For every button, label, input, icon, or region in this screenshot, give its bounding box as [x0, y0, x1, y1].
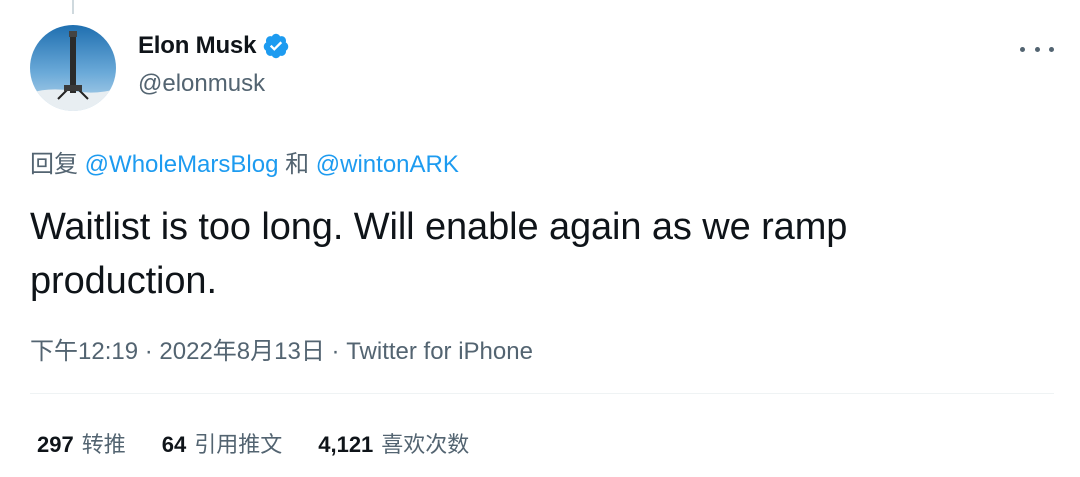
quotes-label: 引用推文	[194, 432, 283, 457]
more-dot	[1020, 46, 1025, 52]
more-dot	[1049, 46, 1054, 52]
reply-mention-wholemarsblog[interactable]: @WholeMarsBlog	[85, 151, 279, 178]
quotes-count: 64	[161, 432, 187, 457]
thread-connector-line	[72, 0, 74, 14]
author-handle[interactable]: @elonmusk	[138, 70, 265, 98]
more-dot	[1034, 46, 1040, 52]
likes-count: 4,121	[318, 432, 374, 457]
retweets-count: 297	[37, 432, 74, 457]
divider	[30, 393, 1054, 394]
reply-mention-wintonark[interactable]: @wintonARK	[316, 151, 459, 178]
quotes-stat[interactable]: 64 引用推文	[162, 427, 283, 459]
likes-stat[interactable]: 4,121 喜欢次数	[318, 427, 469, 459]
tweet-meta: 下午12:19 · 2022年8月13日 · Twitter for iPhon…	[30, 331, 533, 366]
reply-prefix: 回复	[30, 151, 78, 178]
meta-separator: ·	[331, 338, 340, 365]
retweets-label: 转推	[81, 432, 126, 457]
avatar-image	[30, 25, 116, 111]
tweet-date[interactable]: 2022年8月13日	[159, 338, 324, 365]
tweet-stats: 297 转推 64 引用推文 4,121 喜欢次数	[37, 427, 505, 459]
more-options-icon[interactable]	[1020, 36, 1054, 62]
likes-label: 喜欢次数	[381, 432, 470, 457]
reply-context: 回复 @WholeMarsBlog 和 @wintonARK	[30, 144, 459, 179]
author-name-row: Elon Musk	[138, 32, 290, 60]
avatar[interactable]	[30, 25, 116, 111]
author-display-name[interactable]: Elon Musk	[138, 32, 256, 60]
tweet-text: Waitlist is too long. Will enable again …	[30, 206, 848, 302]
retweets-stat[interactable]: 297 转推	[37, 427, 126, 459]
tweet-source[interactable]: Twitter for iPhone	[346, 338, 533, 365]
verified-badge-icon	[263, 33, 289, 59]
meta-separator: ·	[144, 338, 153, 365]
reply-joiner: 和	[285, 151, 310, 178]
tweet-time[interactable]: 下午12:19	[30, 338, 138, 365]
